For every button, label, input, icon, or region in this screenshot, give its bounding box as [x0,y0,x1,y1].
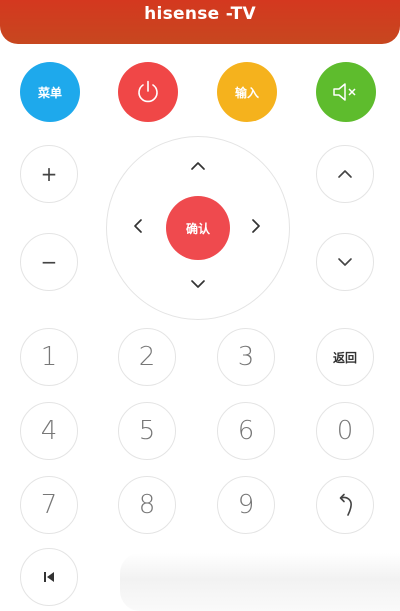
dpad-right-button[interactable] [242,212,270,240]
skip-previous-icon [41,569,57,585]
input-button[interactable]: 输入 [217,62,277,122]
digit-label: 2 [138,342,156,372]
digit-5-button[interactable]: 5 [118,402,176,460]
page-title: hisense -TV [144,4,256,24]
power-button[interactable] [118,62,178,122]
ok-button[interactable]: 确认 [166,196,230,260]
volume-up-label: + [40,162,58,186]
app-header: hisense -TV [0,0,400,44]
digit-label: 5 [138,416,156,446]
digit-6-button[interactable]: 6 [217,402,275,460]
volume-down-button[interactable]: − [20,233,78,291]
menu-button[interactable]: 菜单 [20,62,80,122]
right-chevron-icon [251,218,261,234]
return-arrow-icon [334,493,356,517]
input-button-label: 输入 [234,85,259,100]
power-icon [135,79,161,105]
digit-1-button[interactable]: 1 [20,328,78,386]
digit-3-button[interactable]: 3 [217,328,275,386]
dpad-down-button[interactable] [184,270,212,298]
channel-down-button[interactable] [316,233,374,291]
digit-label: 8 [138,490,156,520]
touch-scroll-bar[interactable] [120,553,400,611]
up-chevron-icon [190,161,206,171]
volume-down-label: − [40,250,58,274]
digit-2-button[interactable]: 2 [118,328,176,386]
left-chevron-icon [133,218,143,234]
digit-label: 4 [40,416,58,446]
digit-8-button[interactable]: 8 [118,476,176,534]
channel-up-chevron-icon [337,169,353,179]
return-button[interactable] [316,476,374,534]
digit-label: 7 [40,490,58,520]
volume-up-button[interactable]: + [20,145,78,203]
digit-label: 9 [237,490,255,520]
skip-previous-button[interactable] [20,548,78,606]
down-chevron-icon [190,279,206,289]
dpad-up-button[interactable] [184,152,212,180]
channel-up-button[interactable] [316,145,374,203]
digit-label: 6 [237,416,255,446]
ok-button-label: 确认 [185,221,210,236]
channel-down-chevron-icon [337,257,353,267]
digit-7-button[interactable]: 7 [20,476,78,534]
digit-0-button[interactable]: 0 [316,402,374,460]
back-button[interactable]: 返回 [316,328,374,386]
digit-label: 1 [40,342,58,372]
digit-9-button[interactable]: 9 [217,476,275,534]
menu-button-label: 菜单 [37,85,62,100]
back-button-label: 返回 [332,350,357,365]
dpad-left-button[interactable] [124,212,152,240]
digit-4-button[interactable]: 4 [20,402,78,460]
digit-label: 3 [237,342,255,372]
mute-button[interactable] [316,62,376,122]
digit-label: 0 [336,416,354,446]
mute-icon [331,81,361,103]
